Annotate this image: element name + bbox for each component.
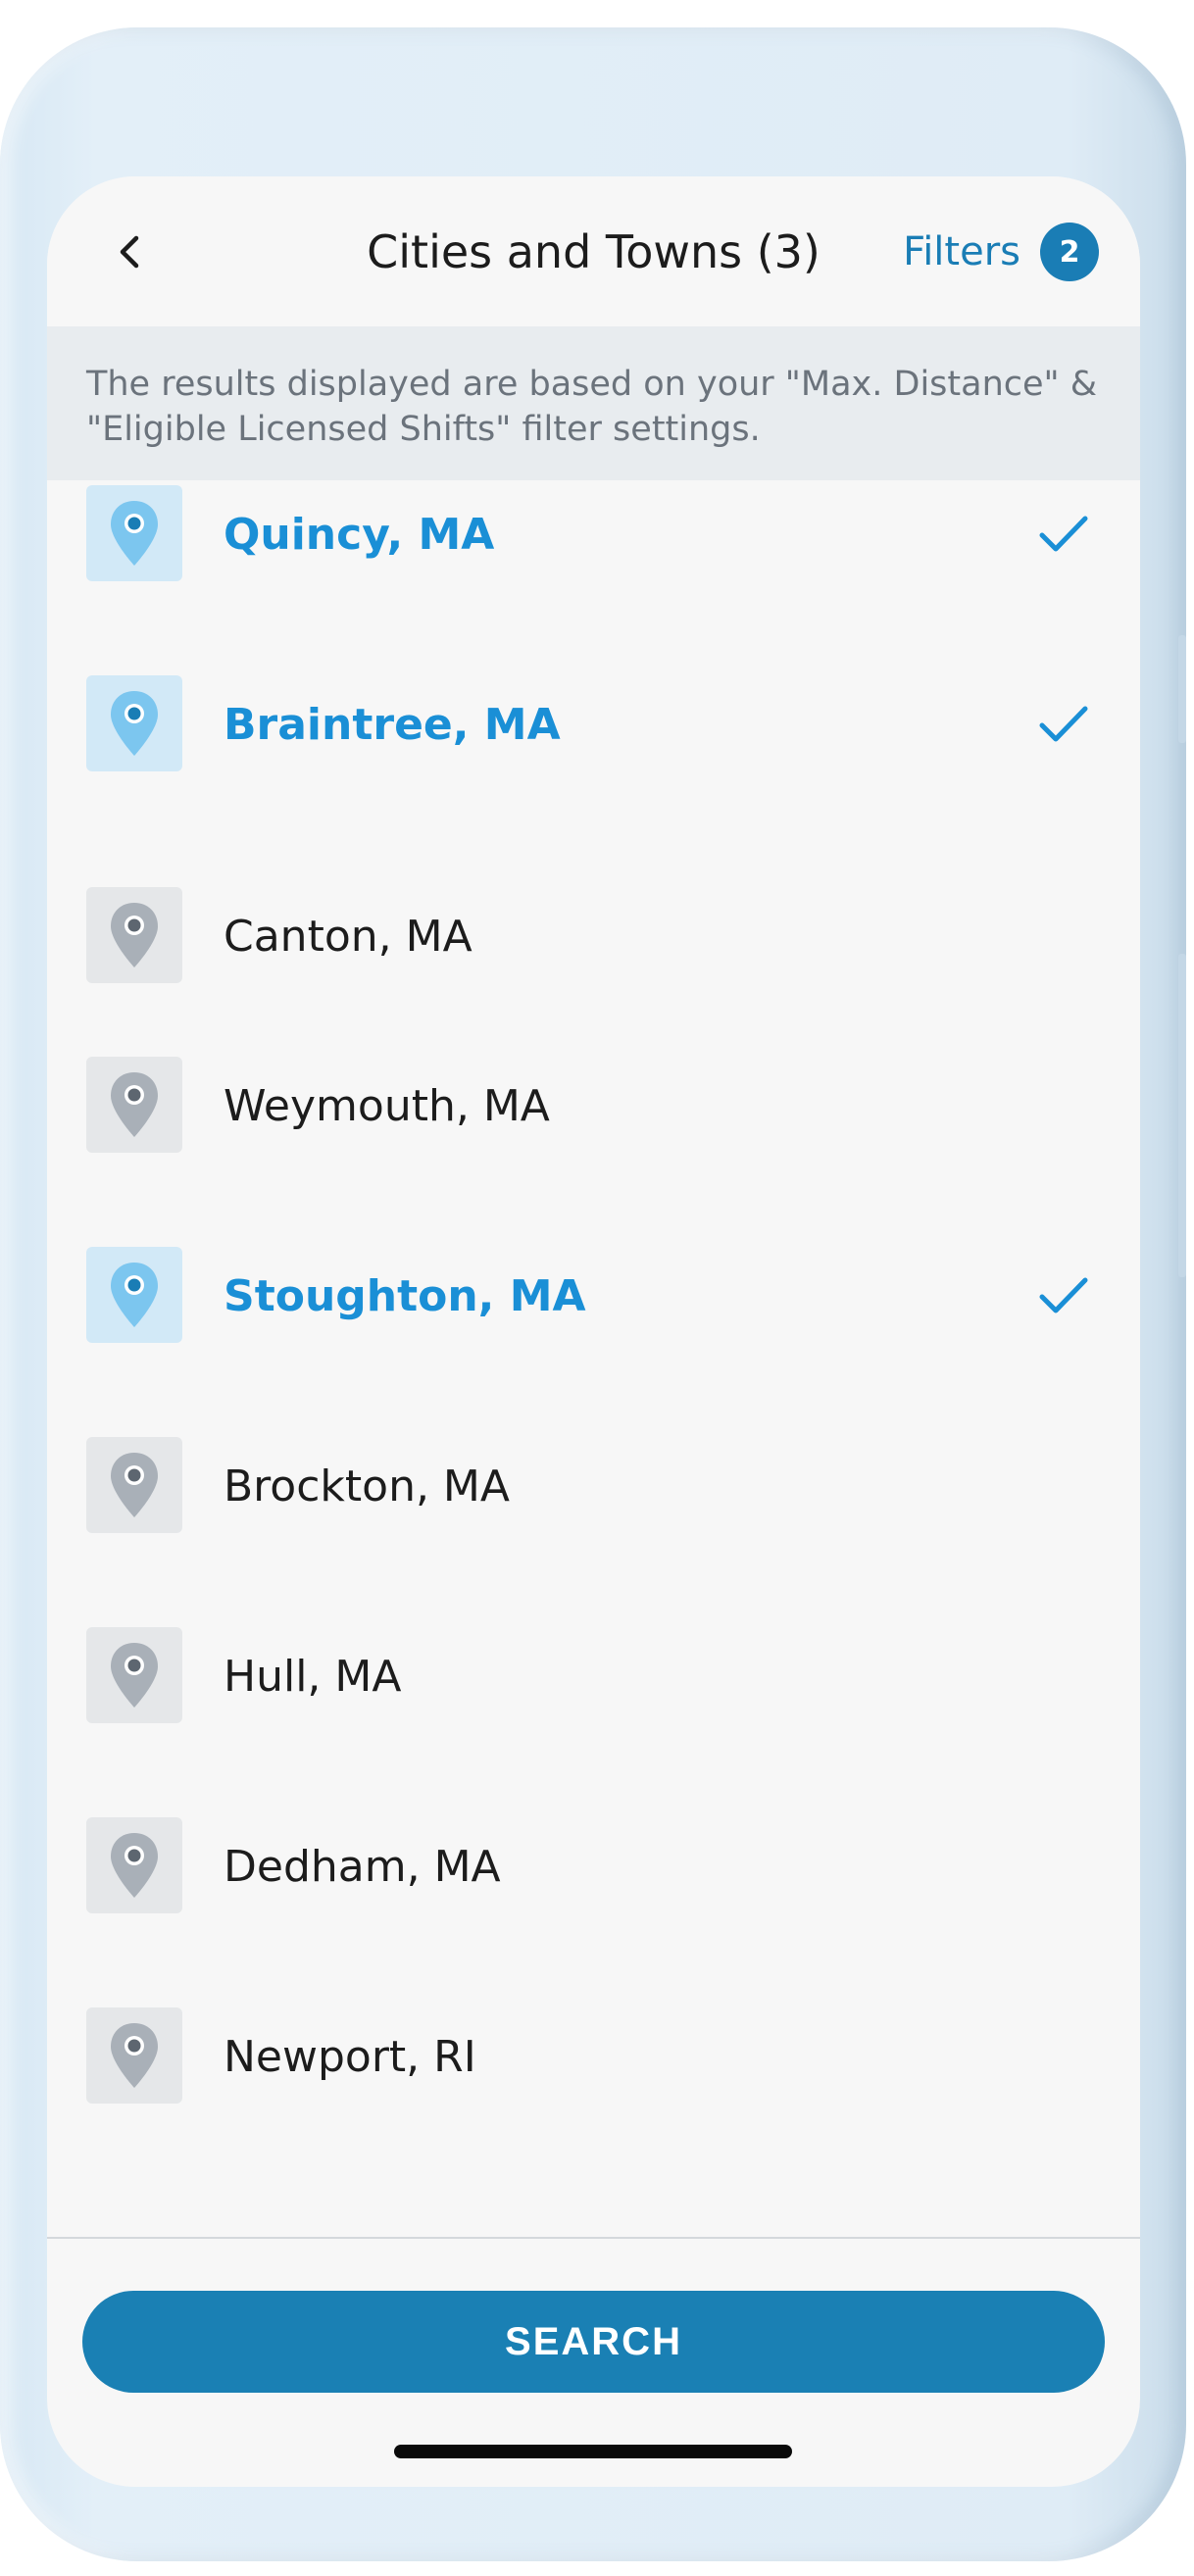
city-list-item[interactable]: Canton, MA — [47, 882, 1140, 990]
home-indicator — [394, 2445, 792, 2458]
pin-icon-container — [86, 1057, 182, 1153]
city-label: Stoughton, MA — [224, 1270, 586, 1321]
city-list-item[interactable]: Hull, MA — [47, 1622, 1140, 1730]
city-label: Weymouth, MA — [224, 1080, 550, 1131]
pin-icon-container — [86, 1247, 182, 1343]
city-list-item[interactable]: Stoughton, MA — [47, 1242, 1140, 1350]
pin-icon-container — [86, 675, 182, 771]
city-list-item[interactable]: Quincy, MA — [47, 480, 1140, 588]
volume-down-button — [1178, 954, 1186, 1277]
pin-icon-container — [86, 1627, 182, 1723]
pin-icon-container — [86, 887, 182, 983]
back-button[interactable] — [96, 218, 165, 286]
search-button[interactable]: SEARCH — [82, 2291, 1105, 2393]
pin-icon-container — [86, 2007, 182, 2104]
city-list-item[interactable]: Weymouth, MA — [47, 1052, 1140, 1160]
city-label: Newport, RI — [224, 2031, 476, 2082]
map-pin-icon — [111, 2023, 158, 2088]
map-pin-icon — [111, 1833, 158, 1898]
navigation-bar: Cities and Towns (3) Filters 2 — [47, 176, 1140, 328]
filter-info-banner: The results displayed are based on your … — [47, 326, 1140, 480]
checkmark-icon — [1039, 516, 1088, 552]
city-label: Quincy, MA — [224, 509, 495, 560]
filters-label: Filters — [903, 229, 1020, 274]
city-label: Canton, MA — [224, 911, 473, 962]
city-label: Dedham, MA — [224, 1841, 501, 1892]
map-pin-icon — [111, 1072, 158, 1137]
map-pin-icon — [111, 1453, 158, 1517]
city-list-item[interactable]: Brockton, MA — [47, 1432, 1140, 1540]
map-pin-icon — [111, 1643, 158, 1708]
filters-count-badge: 2 — [1040, 223, 1099, 281]
chevron-left-icon — [120, 235, 139, 269]
checkmark-icon — [1039, 1277, 1088, 1313]
checkmark-icon — [1039, 706, 1088, 742]
map-pin-icon — [111, 691, 158, 756]
pin-icon-container — [86, 1437, 182, 1533]
footer-divider — [47, 2237, 1140, 2239]
map-pin-icon — [111, 1263, 158, 1327]
city-list-item[interactable]: Braintree, MA — [47, 670, 1140, 778]
map-pin-icon — [111, 501, 158, 566]
map-pin-icon — [111, 903, 158, 967]
city-label: Brockton, MA — [224, 1461, 510, 1511]
filters-button[interactable]: Filters 2 — [903, 222, 1099, 282]
pin-icon-container — [86, 485, 182, 581]
volume-up-button — [1178, 635, 1186, 743]
city-list-item[interactable]: Dedham, MA — [47, 1812, 1140, 1920]
pin-icon-container — [86, 1817, 182, 1913]
city-list-item[interactable]: Newport, RI — [47, 2003, 1140, 2110]
city-label: Hull, MA — [224, 1651, 402, 1702]
app-screen: Cities and Towns (3) Filters 2 The resul… — [47, 176, 1140, 2487]
city-label: Braintree, MA — [224, 699, 561, 750]
